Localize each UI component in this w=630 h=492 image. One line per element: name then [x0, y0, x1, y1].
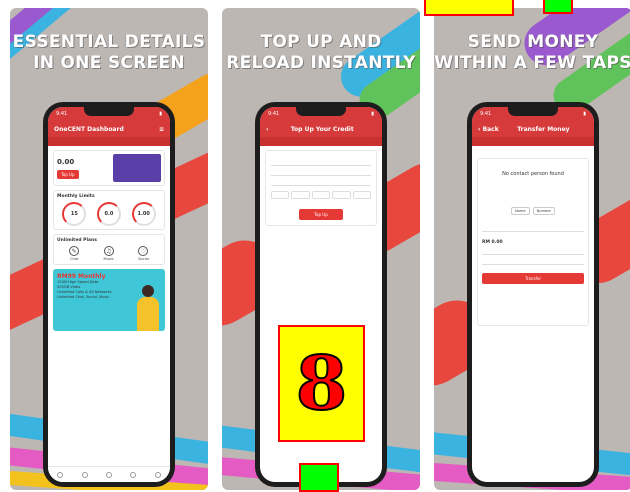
transfer-submit-button[interactable]: Transfer	[482, 273, 584, 284]
number-badge-label: 8	[295, 340, 348, 427]
caption-line: WITHIN A FEW TAPS	[434, 53, 630, 73]
app-header: OneCENT Dashboard ≡	[48, 121, 170, 137]
header-subbar	[472, 137, 594, 146]
promo-banner[interactable]: RM99 Monthly 15GB High Speed Data 500GB …	[53, 269, 165, 331]
unlimited-section-title: Unlimited Plans	[57, 238, 97, 243]
panel-caption: SEND MONEY WITHIN A FEW TAPS	[434, 32, 630, 74]
tab-home-icon[interactable]	[57, 471, 64, 478]
empty-contacts-message: No contact person found	[502, 171, 564, 177]
battery-icon: ▮	[371, 111, 374, 117]
topup-button[interactable]: Top Up	[57, 169, 79, 179]
screenshot-panel-transfer: SEND MONEY WITHIN A FEW TAPS 9:41 ▮ ‹ Ba…	[434, 8, 630, 490]
amount-options	[271, 191, 372, 199]
phone-notch	[508, 107, 558, 116]
green-annotation-box	[543, 0, 573, 14]
menu-icon[interactable]: ≡	[159, 126, 164, 133]
amount-option[interactable]	[271, 191, 290, 199]
plan-item-label: Chat	[69, 257, 79, 261]
caption-line: IN ONE SCREEN	[33, 53, 185, 73]
panel-caption: ESSENTIAL DETAILS IN ONE SCREEN	[10, 32, 208, 74]
plan-banner-image	[113, 154, 161, 182]
back-chevron-icon[interactable]: ‹	[266, 126, 268, 133]
phone-notch	[84, 107, 134, 116]
search-by-number-pill[interactable]: Number	[532, 207, 556, 215]
battery-icon: ▮	[159, 111, 162, 117]
header-subbar	[48, 137, 170, 146]
status-time: 9:41	[480, 111, 492, 117]
remarks-field[interactable]	[482, 258, 584, 265]
status-time: 9:41	[56, 111, 68, 117]
amount-option[interactable]	[291, 191, 310, 199]
transfer-amount: RM 0.00	[482, 240, 503, 245]
number-badge: 8	[278, 325, 365, 442]
caption-line: ESSENTIAL DETAILS	[12, 32, 206, 52]
phone-frame: 9:41 ▮ OneCENT Dashboard ≡ 0.00 Top Up M…	[43, 102, 175, 487]
screen-title: OneCENT Dashboard	[54, 125, 124, 133]
back-button[interactable]: ‹ Back	[478, 126, 499, 133]
topup-form: Top Up	[265, 150, 377, 226]
caption-line: TOP UP AND	[260, 32, 382, 52]
balance-card: 0.00 Top Up	[53, 150, 165, 186]
panel-caption: TOP UP AND RELOAD INSTANTLY	[222, 32, 420, 74]
tab-more-icon[interactable]	[154, 471, 161, 478]
headphones-icon: ♫	[103, 246, 114, 256]
phone-notch	[296, 107, 346, 116]
recipient-field[interactable]	[482, 225, 584, 232]
green-annotation-box	[299, 463, 339, 492]
tab-plans-icon[interactable]	[81, 471, 88, 478]
phone-screen: 9:41 ▮ OneCENT Dashboard ≡ 0.00 Top Up M…	[48, 107, 170, 482]
app-header: ‹ Top Up Your Credit	[260, 121, 382, 137]
phone-screen: 9:41 ▮ ‹ Back Transfer Money No contact …	[472, 107, 594, 482]
caption-line: RELOAD INSTANTLY	[226, 53, 416, 73]
bottom-tab-bar	[48, 466, 170, 482]
caption-line: SEND MONEY	[467, 32, 599, 52]
usage-gauge: 15	[62, 202, 87, 226]
promo-person-image	[137, 285, 159, 331]
promo-title: RM99 Monthly	[57, 273, 106, 280]
note-field[interactable]	[271, 179, 371, 186]
phone-frame: 9:41 ▮ ‹ Back Transfer Money No contact …	[467, 102, 599, 487]
social-plan-item[interactable]: ♡ Social	[138, 246, 149, 261]
status-time: 9:41	[268, 111, 280, 117]
amount-option[interactable]	[352, 191, 372, 199]
tab-wallet-icon[interactable]	[105, 471, 112, 478]
music-plan-item[interactable]: ♫ Music	[104, 246, 114, 261]
topup-submit-button[interactable]: Top Up	[299, 209, 343, 220]
amount-field[interactable]	[482, 248, 584, 255]
screenshot-panel-dashboard: ESSENTIAL DETAILS IN ONE SCREEN 9:41 ▮ O…	[10, 8, 208, 490]
screen-title: Transfer Money	[517, 125, 570, 133]
amount-option[interactable]	[332, 191, 351, 199]
phone-number-field[interactable]	[271, 159, 371, 166]
balance-value: 0.00	[57, 157, 75, 166]
battery-icon: ▮	[583, 111, 586, 117]
unlimited-section: Unlimited Plans ✎ Chat ♫ Music ♡ Social	[53, 234, 165, 265]
usage-section: Monthly Limits 15 0.0 1.00	[53, 190, 165, 230]
screen-title: Top Up Your Credit	[290, 125, 354, 133]
usage-gauge: 0.0	[96, 202, 121, 226]
yellow-annotation-box	[424, 0, 514, 16]
tab-account-icon[interactable]	[130, 471, 137, 478]
reload-pin-field[interactable]	[271, 169, 371, 176]
plan-item-label: Music	[103, 257, 114, 261]
plan-item-label: Social	[138, 257, 149, 261]
back-label: Back	[482, 125, 499, 133]
search-by-name-pill[interactable]: Name	[510, 207, 530, 215]
usage-gauge: 1.00	[131, 202, 156, 226]
contact-modal: No contact person found Name Number RM 0…	[477, 158, 589, 326]
header-subbar	[260, 137, 382, 146]
app-header: ‹ Back Transfer Money	[472, 121, 594, 137]
heart-icon: ♡	[138, 246, 149, 256]
chat-icon: ✎	[69, 246, 80, 256]
amount-option[interactable]	[311, 191, 331, 199]
chat-plan-item[interactable]: ✎ Chat	[69, 246, 80, 261]
usage-section-title: Monthly Limits	[57, 194, 95, 199]
